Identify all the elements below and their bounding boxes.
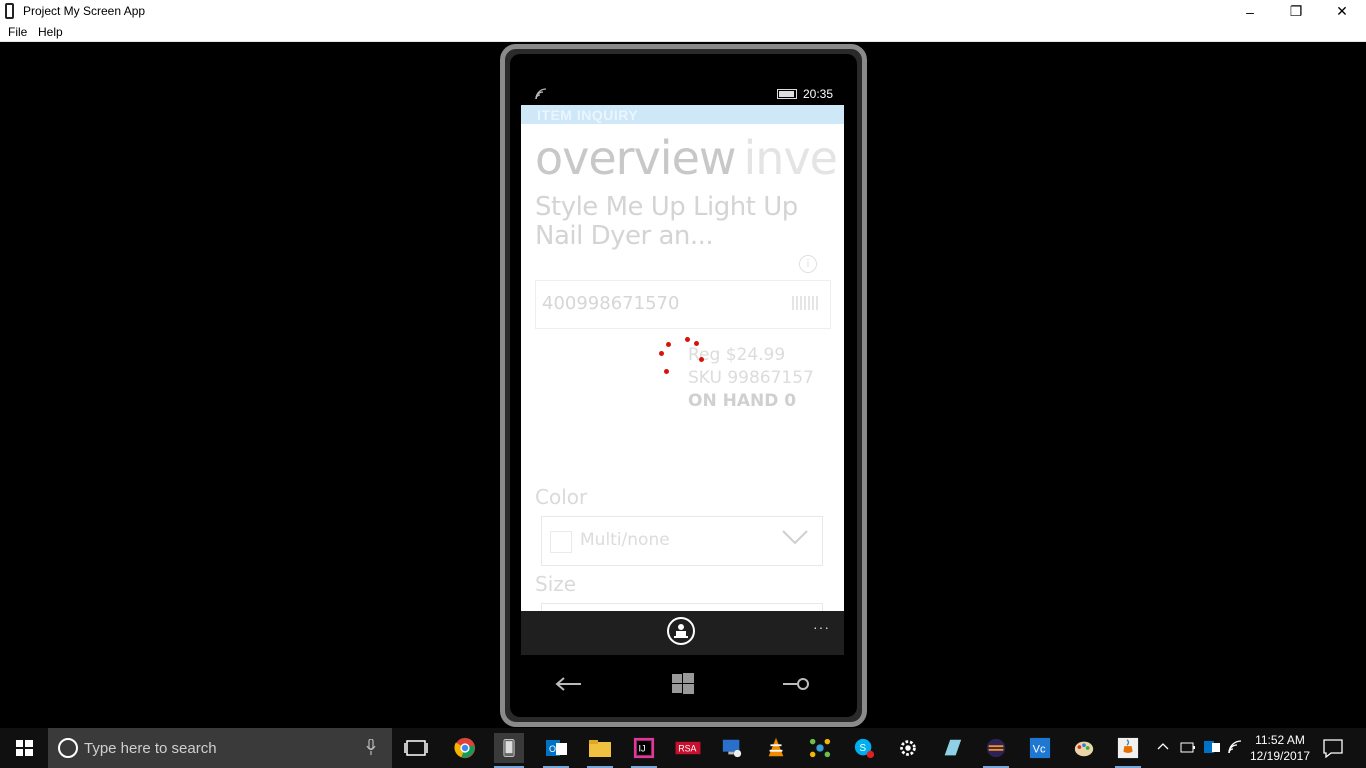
svg-text:Vc: Vc <box>1033 744 1046 756</box>
chrome-icon[interactable] <box>450 733 480 763</box>
price-block: Reg $24.99 SKU 99867157 ON HAND 0 <box>688 344 814 413</box>
barcode-icon[interactable] <box>792 296 820 310</box>
chevron-up-icon[interactable] <box>1157 742 1169 750</box>
more-options-button[interactable]: ··· <box>813 619 830 635</box>
phone-hardware-keys <box>521 664 844 704</box>
app-bar: ··· <box>521 611 844 655</box>
regular-price: Reg $24.99 <box>688 345 786 365</box>
menu-file[interactable]: File <box>8 25 27 39</box>
outlook-tray-icon[interactable] <box>1204 739 1220 755</box>
battery-tray-icon[interactable] <box>1180 740 1196 754</box>
paint-icon[interactable] <box>1069 733 1099 763</box>
project-my-screen-taskbar-icon[interactable] <box>494 733 524 768</box>
taskbar-search-input[interactable]: Type here to search <box>48 728 392 768</box>
notification-icon[interactable] <box>1322 738 1344 758</box>
app-title: ITEM INQUIRY <box>537 107 639 123</box>
color-swatch <box>550 531 572 553</box>
remote-desktop-icon[interactable] <box>717 733 747 763</box>
phone-app-icon <box>5 3 14 19</box>
sku-input[interactable]: 400998671570 <box>535 280 831 329</box>
clock-time: 11:52 AM <box>1255 733 1305 747</box>
spinner-dot <box>666 342 671 347</box>
maximize-button[interactable]: ❐ <box>1273 0 1319 23</box>
window-title-bar: Project My Screen App – ❐ ✕ <box>0 0 1366 23</box>
search-key-icon[interactable] <box>781 672 811 696</box>
svg-text:O: O <box>549 744 556 754</box>
spinner-dot <box>694 341 699 346</box>
taskbar-clock[interactable]: 11:52 AM 12/19/2017 <box>1248 732 1312 764</box>
on-hand-count: ON HAND 0 <box>688 391 797 411</box>
info-icon[interactable]: i <box>799 255 817 273</box>
menu-help[interactable]: Help <box>38 25 63 39</box>
wifi-icon[interactable] <box>1228 740 1244 754</box>
product-name: Style Me Up Light Up Nail Dyer an... <box>535 192 798 251</box>
sku-input-value: 400998671570 <box>542 293 680 314</box>
windows-start-icon[interactable] <box>0 728 48 768</box>
sku-number: SKU 99867157 <box>688 368 814 388</box>
search-placeholder: Type here to search <box>84 740 217 757</box>
pivot-tab-inventory[interactable]: inve <box>744 131 838 185</box>
svg-text:IJ: IJ <box>639 744 646 754</box>
color-dropdown[interactable]: Multi/none <box>541 516 823 566</box>
spinner-dot <box>659 351 664 356</box>
phone-status-bar: 20:35 <box>521 83 844 105</box>
task-view-icon[interactable] <box>401 733 431 763</box>
outlook-icon[interactable]: O <box>541 733 571 768</box>
settings-gear-icon[interactable] <box>893 733 923 763</box>
visual-code-icon[interactable]: Vc <box>1025 733 1055 763</box>
phone-screen: 20:35 ITEM INQUIRY overview inve Style Me… <box>521 83 844 655</box>
eclipse-icon[interactable] <box>981 733 1011 768</box>
vlc-icon[interactable] <box>761 733 791 763</box>
color-dropdown-value: Multi/none <box>580 530 670 550</box>
person-scan-icon <box>674 624 688 638</box>
spinner-dot <box>685 337 690 342</box>
battery-icon <box>777 89 797 99</box>
color-label: Color <box>535 485 588 509</box>
size-label: Size <box>535 572 577 596</box>
java-icon[interactable] <box>1113 733 1143 768</box>
menu-bar: File Help <box>0 23 1366 42</box>
microphone-icon[interactable] <box>366 739 376 755</box>
chevron-down-icon <box>782 530 808 545</box>
spinner-dot <box>699 357 704 362</box>
network-app-icon[interactable] <box>805 733 835 763</box>
intellij-icon[interactable]: IJ <box>629 733 659 768</box>
rsa-token-icon[interactable]: RSA <box>673 733 703 763</box>
minimize-button[interactable]: – <box>1227 0 1273 23</box>
skype-icon[interactable]: S <box>849 733 879 763</box>
cortana-icon <box>58 738 78 758</box>
file-explorer-icon[interactable] <box>585 733 615 768</box>
clock-date: 12/19/2017 <box>1249 749 1311 763</box>
spinner-dot <box>664 369 669 374</box>
book-app-icon[interactable] <box>937 733 967 763</box>
phone-clock: 20:35 <box>803 87 834 101</box>
taskbar: Type here to search O IJ RSA S Vc 11:52 … <box>0 728 1366 768</box>
signal-icon <box>535 88 547 100</box>
window-title: Project My Screen App <box>23 4 146 18</box>
windows-logo-icon[interactable] <box>668 672 698 696</box>
back-arrow-icon[interactable] <box>554 672 584 696</box>
app-header: ITEM INQUIRY <box>521 105 844 124</box>
svg-text:RSA: RSA <box>678 744 696 754</box>
system-tray <box>1152 728 1248 768</box>
pivot-tab-overview[interactable]: overview <box>535 131 737 185</box>
pivot-header: overview inve <box>535 131 838 185</box>
scan-button[interactable] <box>667 617 695 645</box>
close-button[interactable]: ✕ <box>1319 0 1365 23</box>
svg-text:S: S <box>859 743 866 754</box>
